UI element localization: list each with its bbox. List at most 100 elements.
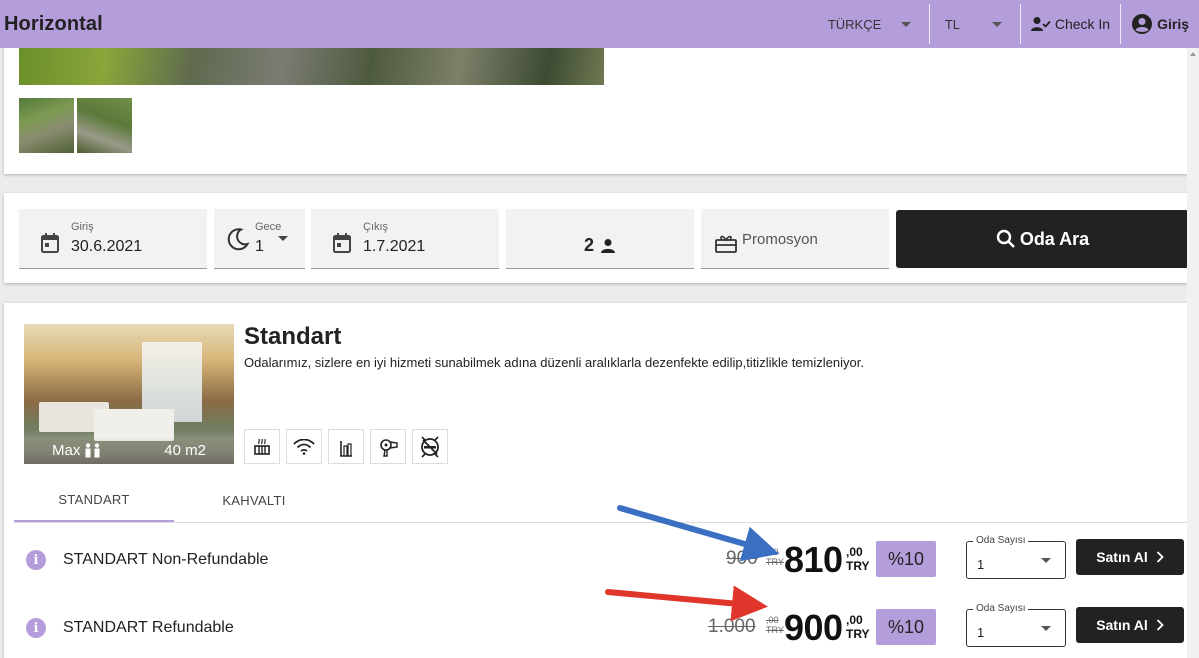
moon-icon: [227, 228, 250, 251]
chevron-down-icon: [1041, 626, 1051, 631]
gallery-thumbnail[interactable]: [77, 98, 132, 153]
chevron-down-icon: [991, 21, 1002, 27]
nights-label: Gece: [255, 221, 282, 233]
checkout-value: 1.7.2021: [363, 238, 426, 255]
hair-dryer-icon[interactable]: [370, 429, 406, 464]
room-count-select[interactable]: Oda Sayısı 1: [966, 603, 1066, 647]
capacity: Max: [52, 442, 103, 459]
promo-placeholder: Promosyon: [742, 231, 818, 248]
login-button[interactable]: Giriş: [1121, 0, 1199, 48]
wifi-icon[interactable]: [286, 429, 322, 464]
room-card: Max 40 m2 Standart Odalarımız, sizlere e…: [4, 303, 1199, 658]
tab-label: STANDART: [58, 492, 130, 507]
photo-gallery: [4, 40, 1199, 174]
language-value: TÜRKÇE: [827, 16, 882, 32]
checkin-value: 30.6.2021: [71, 238, 143, 255]
divider: [1019, 4, 1021, 44]
heater-icon[interactable]: [244, 429, 280, 464]
new-price-cents-currency: ,00 TRY: [846, 545, 870, 573]
discount-badge: %10: [876, 609, 936, 645]
currency-value: TL: [944, 16, 961, 32]
room-title: Standart: [244, 323, 342, 350]
currency-select[interactable]: TL: [930, 0, 1020, 48]
tab-kahvalti[interactable]: KAHVALTI: [174, 479, 334, 522]
info-icon[interactable]: i: [26, 550, 46, 570]
language-select[interactable]: TÜRKÇE: [814, 0, 929, 48]
room-count-select[interactable]: Oda Sayısı 1: [966, 535, 1066, 579]
old-price-currency: TRY: [766, 557, 784, 567]
discount-badge: %10: [876, 541, 936, 577]
buy-button-label: Satın Al: [1096, 549, 1148, 565]
search-button-label: Oda Ara: [1019, 228, 1090, 249]
brand-title[interactable]: Horizontal: [4, 13, 103, 36]
user-check-icon: [1030, 17, 1051, 31]
top-right-actions: TÜRKÇE TL Check In Giriş: [814, 0, 1199, 48]
room-description: Odalarımız, sizlere en iyi hizmeti sunab…: [244, 355, 864, 370]
search-rooms-button[interactable]: Oda Ara: [896, 210, 1189, 268]
chevron-down-icon: [1041, 558, 1051, 563]
top-app-bar: Horizontal TÜRKÇE TL Check In Giriş: [0, 0, 1199, 48]
old-price: 1.000: [708, 616, 756, 637]
account-circle-icon: [1132, 14, 1153, 34]
promo-field[interactable]: Promosyon: [701, 209, 889, 269]
rate-name: STANDART Refundable: [63, 619, 234, 636]
room-photo-caption: Max 40 m2: [24, 438, 234, 464]
calendar-icon: [41, 233, 59, 253]
buy-button[interactable]: Satın Al: [1076, 539, 1184, 575]
check-in-label: Check In: [1054, 16, 1111, 32]
checkout-label: Çıkış: [363, 221, 389, 233]
no-smoking-icon[interactable]: [412, 429, 448, 464]
rate-row: i STANDART Refundable 1.000 ,00 TRY 900 ,…: [14, 603, 1199, 655]
tab-label: KAHVALTI: [222, 493, 286, 508]
checkout-date-field[interactable]: Çıkış 1.7.2021: [311, 209, 499, 269]
room-count-label: Oda Sayısı: [973, 535, 1029, 546]
chevron-down-icon: [278, 236, 288, 241]
room-area: 40 m2: [164, 442, 206, 459]
rate-name: STANDART Non-Refundable: [63, 551, 269, 568]
old-price-cents-currency: ,00 TRY: [766, 547, 784, 567]
buy-button[interactable]: Satın Al: [1076, 607, 1184, 643]
buy-button-label: Satın Al: [1096, 617, 1148, 633]
calendar-icon: [333, 233, 351, 253]
room-count-value: 1: [977, 557, 985, 572]
capacity-label: Max: [52, 442, 81, 459]
room-count-label: Oda Sayısı: [973, 603, 1029, 614]
chevron-down-icon: [900, 21, 911, 27]
old-price-cents: ,00: [766, 547, 779, 557]
two-persons-icon: [85, 443, 100, 458]
bed-shape: [94, 409, 174, 441]
hero-image[interactable]: [19, 48, 604, 85]
scrollbar[interactable]: [1187, 48, 1199, 658]
guests-field[interactable]: 2: [506, 209, 694, 269]
checkin-date-field[interactable]: Giriş 30.6.2021: [19, 209, 207, 269]
nights-select[interactable]: Gece 1: [214, 209, 305, 269]
old-price-currency: TRY: [766, 625, 784, 635]
old-price: 900: [726, 548, 758, 569]
search-bar: Giriş 30.6.2021 Gece 1 Çıkış 1.7.2021 2 …: [4, 193, 1199, 283]
gift-card-icon: [715, 235, 737, 253]
search-icon: [996, 229, 1015, 248]
login-label: Giriş: [1157, 16, 1189, 32]
check-in-button[interactable]: Check In: [1021, 0, 1120, 48]
room-photo[interactable]: Max 40 m2: [24, 324, 234, 464]
new-price-currency: TRY: [846, 559, 870, 573]
new-price-cents: ,00: [846, 613, 863, 627]
chevron-right-icon: [1156, 551, 1164, 563]
old-price-cents: ,00: [766, 615, 779, 625]
person-icon: [601, 238, 615, 253]
new-price: 810: [784, 539, 843, 580]
new-price: 900: [784, 607, 843, 648]
chevron-right-icon: [1156, 619, 1164, 631]
tab-standart[interactable]: STANDART: [14, 479, 174, 522]
new-price-currency: TRY: [846, 627, 870, 641]
info-icon[interactable]: i: [26, 618, 46, 638]
new-price-cents: ,00: [846, 545, 863, 559]
divider: [928, 4, 930, 44]
old-price-cents-currency: ,00 TRY: [766, 615, 784, 635]
new-price-cents-currency: ,00 TRY: [846, 613, 870, 641]
room-count-value: 1: [977, 625, 985, 640]
checkin-label: Giriş: [71, 221, 94, 233]
minibar-icon[interactable]: [328, 429, 364, 464]
divider: [1120, 4, 1122, 44]
gallery-thumbnail[interactable]: [19, 98, 74, 153]
